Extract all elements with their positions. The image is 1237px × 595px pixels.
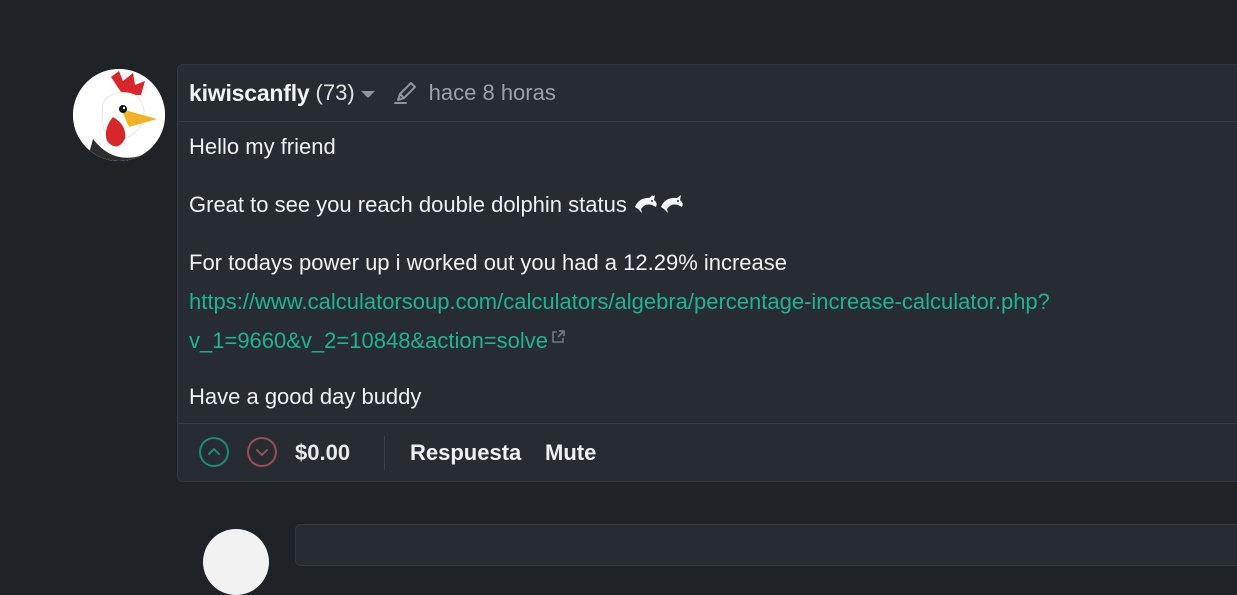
calculator-link-text[interactable]: v_1=9660&v_2=10848&action=solve <box>189 328 548 353</box>
chevron-up-icon <box>208 448 220 455</box>
reply-button[interactable]: Respuesta <box>410 440 521 466</box>
comment-card: kiwiscanfly (73) hace 8 horas Hello my f… <box>177 64 1237 482</box>
dolphin-icon <box>633 193 659 215</box>
avatar[interactable] <box>73 69 165 161</box>
next-comment-avatar[interactable] <box>203 529 269 595</box>
caret-down-icon[interactable] <box>360 91 375 98</box>
upvote-button[interactable] <box>199 437 229 467</box>
comment-header: kiwiscanfly (73) hace 8 horas <box>178 65 1237 122</box>
downvote-button[interactable] <box>247 437 277 467</box>
dolphin-icon <box>659 193 685 215</box>
external-link-icon <box>551 330 565 344</box>
paragraph-closing: Have a good day buddy <box>189 384 422 409</box>
calculator-link-continued[interactable]: v_1=9660&v_2=10848&action=solve <box>189 328 565 354</box>
next-comment-card <box>295 524 1237 566</box>
pencil-edit-icon <box>392 80 418 106</box>
payout-value[interactable]: $0.00 <box>295 440 350 466</box>
paragraph-increase: For todays power up i worked out you had… <box>189 250 788 275</box>
status-text: Great to see you reach double dolphin st… <box>189 192 627 217</box>
comment-footer: $0.00 Respuesta Mute <box>178 423 1237 483</box>
author-reputation: (73) <box>315 80 355 105</box>
calculator-link[interactable]: https://www.calculatorsoup.com/calculato… <box>189 289 1050 315</box>
mute-button[interactable]: Mute <box>545 440 596 466</box>
timestamp[interactable]: hace 8 horas <box>429 80 556 106</box>
footer-divider <box>384 436 385 470</box>
paragraph-status: Great to see you reach double dolphin st… <box>189 192 685 218</box>
paragraph-greeting: Hello my friend <box>189 134 336 159</box>
chevron-down-icon <box>256 449 268 456</box>
author-name[interactable]: kiwiscanfly <box>189 80 310 107</box>
rooster-avatar-icon <box>73 69 165 161</box>
